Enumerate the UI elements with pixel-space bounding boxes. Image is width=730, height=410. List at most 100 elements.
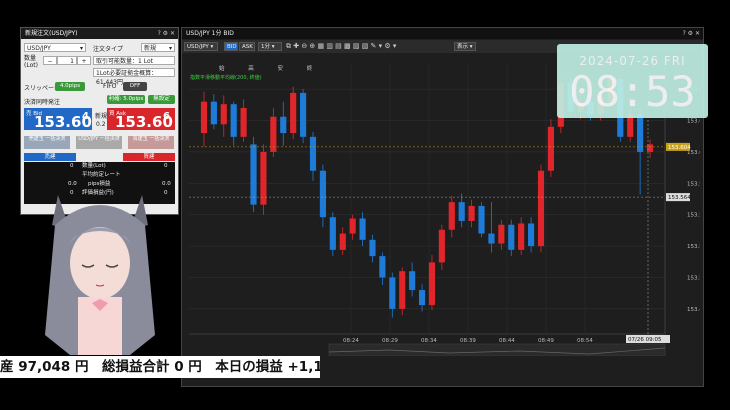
quantity-label: 数量 (Lot) [24,55,38,69]
cursor-price-tag: 153.564 [668,195,691,201]
price-tick-label: 153.475 [687,307,700,313]
candle-body [200,101,208,134]
fifo-toggle[interactable]: OFF [123,82,147,91]
price-tick-label: 153.575 [687,181,700,187]
candle-body [389,277,396,309]
vtuber-avatar [45,195,155,355]
candle-body [309,136,317,171]
order-type-label: 注文タイプ [93,46,124,53]
fifo-label: FIFO [103,83,117,90]
candle-body [359,218,366,240]
spread-value: 0.2 [96,121,106,128]
summary-row: 平均約定レート [82,172,121,178]
ohlc-markers: 始 高 安 終 [219,64,339,72]
candle-body [220,104,227,125]
bid-toggle[interactable]: BID [224,42,238,51]
order-panel-title: 新規注文(USD/JPY) [21,28,178,39]
ma-legend: 指数平滑移動平均線(200, 終値) [190,75,262,81]
candle-body [379,256,386,278]
price-tick-label: 153.625 [687,119,700,125]
bid-quote-button[interactable]: 売 Bid 153.60 4 [24,108,92,131]
take-profit-button[interactable]: 利確: 5.0pips [107,95,145,104]
cursor-time-tag: 07/26 09:05 [628,337,662,343]
buy-column-header: 買建 [123,153,175,161]
candle-body [280,116,287,134]
time-tick-label: 08:29 [382,338,398,344]
order-type-select[interactable]: 新規 ▾ [141,43,175,52]
candle-body [438,229,445,263]
candle-body [528,223,535,247]
chart-window-controls[interactable]: ? ⚙ ✕ [683,28,700,39]
time-tick-label: 08:44 [499,338,515,344]
margin-info: 1Lot必要証拠金概算：61,443円 [93,68,175,86]
candle-body [329,217,336,250]
low-marker: 安 [277,66,284,72]
summary-row: 0 数量(Lot) 0 [70,163,168,169]
sell-column-header: 売建 [24,153,76,161]
slippage-button[interactable]: 4.0pips [55,82,85,91]
candle-body [458,202,465,221]
candle-body [547,126,554,171]
symbol-select[interactable]: USD/JPY ▾ [24,43,86,52]
candle-body [369,239,376,257]
ask-price-pip: 6 [163,111,170,122]
open-marker: 始 [219,66,225,72]
candle-body [418,290,426,306]
price-tick-label: 153.525 [687,244,700,250]
candle-body [428,262,436,306]
clock-date: 2024-07-26 FRI [579,54,686,68]
clock-overlay: 2024-07-26 FRI 08:53 [557,44,708,118]
account-ticker: 産 97,048 円 総損益合計 0 円 本日の損益 +1,120 円 [0,356,320,378]
candle-body [488,233,495,244]
candle-body [230,104,237,137]
clock-time: 08:53 [569,67,696,116]
candle-body [537,170,545,247]
quantity-minus-button[interactable]: − [43,56,57,65]
time-tick-label: 08:34 [421,338,437,344]
quantity-plus-button[interactable]: + [77,56,91,65]
candle-body [468,205,475,221]
all-settle-button[interactable]: USD/JPY 一括決済 [76,136,122,149]
price-tick-label: 153.550 [687,213,700,219]
candle-body [260,151,267,205]
window-controls[interactable]: ? ⚙ ✕ [158,28,175,39]
lot-info: 取引可能数量：1 Lot [93,56,175,65]
candle-body [409,271,416,291]
bid-price-pip: 4 [82,111,89,122]
candle-body [339,233,346,250]
chart-symbol-select[interactable]: USD/JPY ▾ [184,42,218,51]
candle-body [637,114,644,152]
time-tick-label: 08:39 [460,338,476,344]
candle-body [498,224,505,244]
ask-toggle[interactable]: ASK [239,42,255,51]
spread-label: 新規 [95,113,108,120]
candle-body [290,92,297,134]
buy-settle-button[interactable]: 買建玉 一括決済 [128,136,174,149]
toolbar-icons[interactable]: ⧉ ✚ ⊖ ⊕ ▦ ▥ ▤ ▩ ▨ ▧ ✎ ▾ ⚙ ▾ [286,42,396,51]
candle-body [240,107,247,137]
quantity-input[interactable]: 1 [57,56,77,65]
price-tick-label: 153.500 [687,275,700,281]
candle-body [300,92,307,137]
candle-body [399,271,406,309]
candle-body [250,144,257,205]
current-price-tag: 153.604 [668,145,691,151]
display-menu[interactable]: 表示 ▾ [454,42,476,51]
timeframe-select[interactable]: 1分 ▾ [258,42,282,51]
ask-quote-button[interactable]: 買 Ask 153.60 6 [107,108,175,131]
no-setting-button[interactable]: 無設定 [148,95,175,104]
close-marker: 終 [306,66,313,72]
high-marker: 高 [248,66,254,72]
candle-body [478,205,485,234]
candle-body [448,202,455,230]
sell-settle-button[interactable]: 売建玉 一括決済 [24,136,70,149]
candle-body [349,218,356,234]
time-tick-label: 08:24 [343,338,359,344]
candle-body [319,170,326,218]
time-tick-label: 08:49 [538,338,554,344]
settle-label: 決済同時発注 [24,99,61,106]
chart-title: USD/JPY 1分 BID [182,28,703,39]
candle-body [508,224,515,250]
candle-body [518,223,525,250]
candle-body [210,101,217,125]
